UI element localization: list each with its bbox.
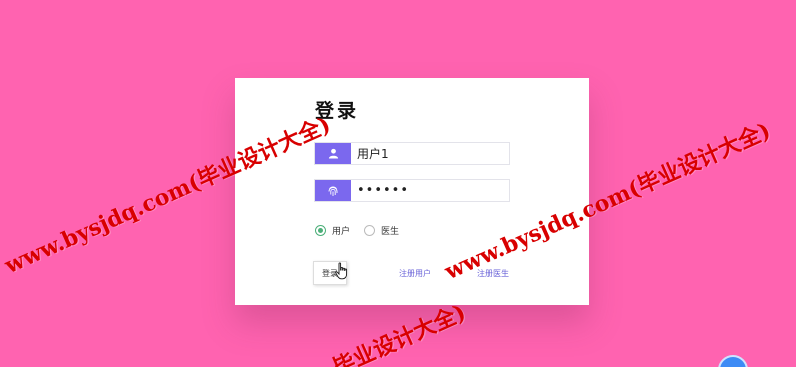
role-doctor-label: 医生: [381, 227, 400, 237]
role-doctor-radio[interactable]: 医生: [364, 224, 399, 237]
page-title: 登录: [315, 100, 360, 122]
role-radio-group: 用户 医生: [315, 224, 413, 237]
username-input[interactable]: [351, 143, 509, 164]
hand-cursor-icon: [335, 262, 349, 284]
login-card: 登录 用户1 •••••• 用户 医生 登录 注册用户 注册医生: [235, 78, 589, 305]
role-user-label: 用户: [332, 227, 351, 237]
username-field[interactable]: [314, 142, 510, 165]
register-doctor-link[interactable]: 注册医生: [477, 268, 509, 279]
role-user-radio[interactable]: 用户: [315, 224, 350, 237]
login-page: 登录 用户1 •••••• 用户 医生 登录 注册用户 注册医生 www.bys…: [0, 0, 796, 367]
password-field[interactable]: [314, 179, 510, 202]
fingerprint-icon: [315, 180, 351, 201]
radio-checked-icon: [315, 225, 326, 236]
password-input[interactable]: [351, 180, 509, 201]
watermark-text: 毕业设计大全): [329, 299, 470, 367]
user-icon: [315, 143, 351, 164]
floating-action-button[interactable]: [718, 355, 748, 367]
radio-unchecked-icon: [364, 225, 376, 236]
register-user-link[interactable]: 注册用户: [399, 268, 431, 279]
